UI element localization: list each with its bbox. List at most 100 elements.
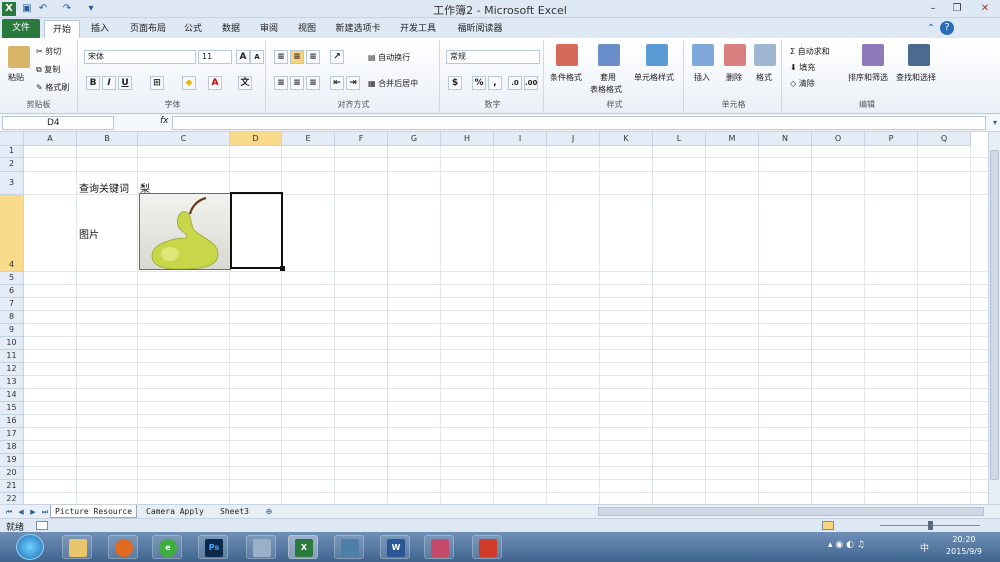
tab-file[interactable]: 文件: [2, 19, 40, 38]
macro-record-icon[interactable]: [36, 521, 48, 530]
ribbon-minimize-icon[interactable]: ⌃: [924, 22, 938, 36]
expand-formula-bar-icon[interactable]: ▾: [988, 116, 1000, 130]
row-header-19[interactable]: 19: [0, 454, 24, 467]
font-name-select[interactable]: 宋体: [84, 50, 196, 64]
copy-button[interactable]: ⧉ 复制: [36, 64, 60, 75]
align-left-icon[interactable]: ≡: [274, 76, 288, 90]
row-header-7[interactable]: 7: [0, 298, 24, 311]
tab-review[interactable]: 审阅: [254, 20, 284, 38]
row-header-20[interactable]: 20: [0, 467, 24, 480]
minimize-icon[interactable]: –: [922, 1, 944, 16]
taskbar-photoshop[interactable]: Ps: [198, 535, 228, 559]
ime-indicator[interactable]: 中: [920, 541, 929, 554]
row-header-12[interactable]: 12: [0, 363, 24, 376]
clear-button[interactable]: ◇ 清除: [790, 78, 815, 89]
col-header-h[interactable]: H: [441, 132, 494, 146]
col-header-k[interactable]: K: [600, 132, 653, 146]
percent-button[interactable]: %: [472, 76, 486, 90]
row-header-13[interactable]: 13: [0, 376, 24, 389]
select-all-corner[interactable]: [0, 132, 24, 146]
zoom-slider-thumb[interactable]: [928, 521, 933, 530]
tab-formulas[interactable]: 公式: [178, 20, 208, 38]
underline-button[interactable]: U: [118, 76, 132, 90]
increase-indent-icon[interactable]: ⇥: [346, 76, 360, 90]
row-header-9[interactable]: 9: [0, 324, 24, 337]
cell-styles-button[interactable]: 单元格样式: [634, 72, 674, 83]
row-header-11[interactable]: 11: [0, 350, 24, 363]
taskbar-photo-viewer[interactable]: [246, 535, 276, 559]
row-header-22[interactable]: 22: [0, 493, 24, 504]
taskbar-browser[interactable]: e: [152, 535, 182, 559]
restore-icon[interactable]: ❐: [946, 1, 968, 16]
clock-date[interactable]: 2015/9/9: [936, 547, 992, 556]
taskbar-red-app[interactable]: [472, 535, 502, 559]
system-tray-icons[interactable]: ▴ ◉ ◐ ♫: [828, 540, 865, 550]
col-header-b[interactable]: B: [77, 132, 138, 146]
col-header-g[interactable]: G: [388, 132, 441, 146]
name-box[interactable]: D4: [2, 116, 114, 130]
find-select-icon[interactable]: [908, 44, 930, 66]
clock-time[interactable]: 20:20: [944, 535, 984, 544]
row-header-18[interactable]: 18: [0, 441, 24, 454]
col-header-c[interactable]: C: [138, 132, 230, 146]
conditional-format-icon[interactable]: [556, 44, 578, 66]
align-middle-icon[interactable]: ≡: [290, 50, 304, 64]
horizontal-scrollbar[interactable]: [598, 507, 984, 516]
tab-developer[interactable]: 开发工具: [394, 20, 442, 38]
selected-cell-d4[interactable]: [230, 192, 283, 269]
tab-insert[interactable]: 插入: [84, 20, 116, 38]
formula-input[interactable]: [172, 116, 986, 130]
insert-cells-button[interactable]: 插入: [694, 72, 710, 83]
row-header-21[interactable]: 21: [0, 480, 24, 493]
number-format-select[interactable]: 常规: [446, 50, 540, 64]
insert-sheet-icon[interactable]: ⊕: [262, 505, 276, 519]
sort-filter-icon[interactable]: [862, 44, 884, 66]
col-header-m[interactable]: M: [706, 132, 759, 146]
delete-cells-button[interactable]: 删除: [726, 72, 742, 83]
col-header-f[interactable]: F: [335, 132, 388, 146]
taskbar-word[interactable]: W: [380, 535, 410, 559]
shrink-font-icon[interactable]: A: [250, 50, 264, 64]
fill-color-icon[interactable]: ◆: [182, 76, 196, 90]
tab-new[interactable]: 新建选项卡: [330, 20, 386, 38]
tab-page-layout[interactable]: 页面布局: [124, 20, 172, 38]
cell-b3[interactable]: 查询关键词: [79, 180, 129, 195]
row-header-17[interactable]: 17: [0, 428, 24, 441]
cell-b4[interactable]: 图片: [79, 226, 99, 241]
start-button[interactable]: [16, 534, 44, 560]
tab-view[interactable]: 视图: [292, 20, 322, 38]
comma-button[interactable]: ,: [488, 76, 502, 90]
row-header-6[interactable]: 6: [0, 285, 24, 298]
taskbar-flower-app[interactable]: [424, 535, 454, 559]
sheet-tab-sheet3[interactable]: Sheet3: [216, 505, 253, 518]
vertical-scrollbar[interactable]: [988, 132, 1000, 504]
fill-handle[interactable]: [280, 266, 285, 271]
format-table-button[interactable]: 套用: [600, 72, 616, 83]
row-header-10[interactable]: 10: [0, 337, 24, 350]
sheet-tab-picture-resource[interactable]: Picture Resource: [50, 505, 138, 518]
align-top-icon[interactable]: ≡: [274, 50, 288, 64]
find-select-button[interactable]: 查找和选择: [896, 72, 936, 83]
paste-icon[interactable]: [8, 46, 30, 68]
align-center-icon[interactable]: ≡: [290, 76, 304, 90]
vertical-scroll-thumb[interactable]: [990, 150, 999, 480]
col-header-l[interactable]: L: [653, 132, 706, 146]
paste-button[interactable]: 粘贴: [8, 72, 24, 83]
grow-font-icon[interactable]: A: [236, 50, 250, 64]
insert-function-icon[interactable]: fx: [160, 116, 169, 126]
delete-cells-icon[interactable]: [724, 44, 746, 66]
normal-view-icon[interactable]: [822, 521, 834, 530]
orientation-icon[interactable]: ↗: [330, 50, 344, 64]
col-header-e[interactable]: E: [282, 132, 335, 146]
close-icon[interactable]: ✕: [974, 1, 996, 16]
decrease-indent-icon[interactable]: ⇤: [330, 76, 344, 90]
sheet-tab-camera-apply[interactable]: Camera Apply: [142, 505, 208, 518]
tab-data[interactable]: 数据: [216, 20, 246, 38]
cell-styles-icon[interactable]: [646, 44, 668, 66]
insert-cells-icon[interactable]: [692, 44, 714, 66]
row-header-5[interactable]: 5: [0, 272, 24, 285]
format-table-icon[interactable]: [598, 44, 620, 66]
align-bottom-icon[interactable]: ≡: [306, 50, 320, 64]
row-header-3[interactable]: 3: [0, 172, 24, 195]
tab-foxit[interactable]: 福昕阅读器: [450, 20, 510, 38]
